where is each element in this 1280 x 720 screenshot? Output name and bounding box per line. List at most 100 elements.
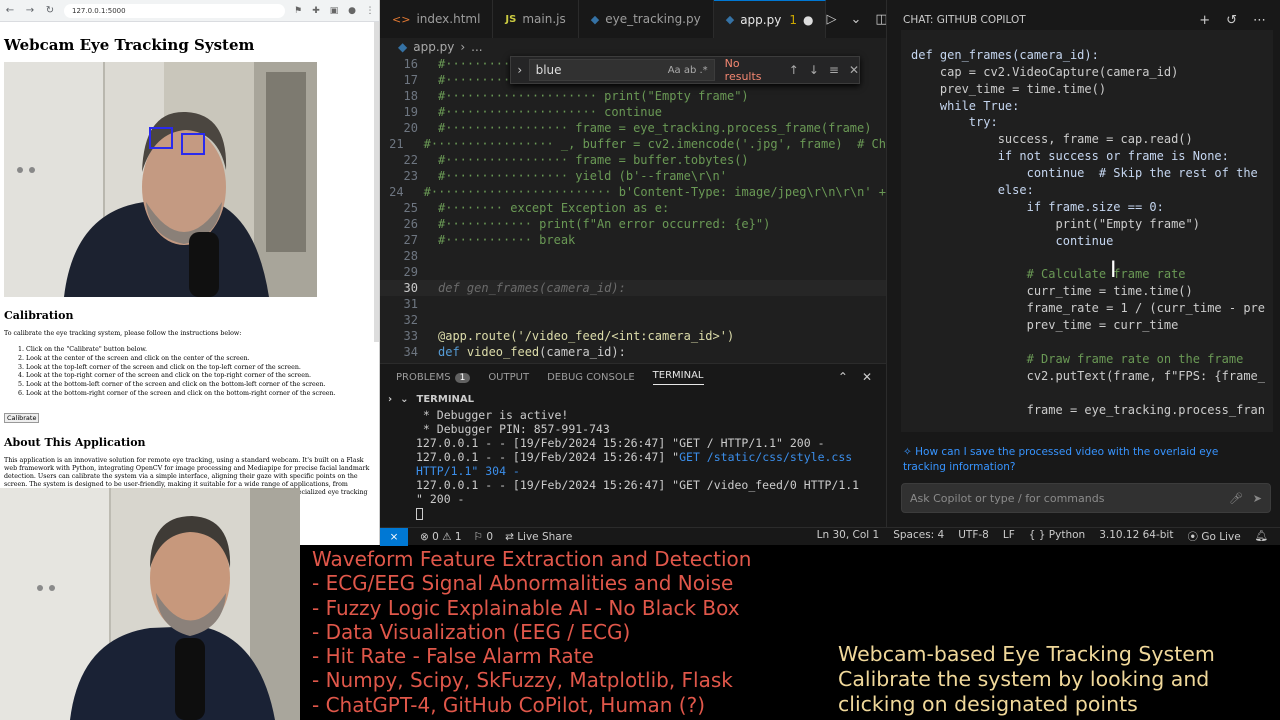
line-number: 33 xyxy=(403,329,418,343)
close-icon[interactable]: ✕ xyxy=(849,63,859,77)
code-line[interactable]: 23 #················· yield (b'--frame\r\… xyxy=(380,168,886,184)
code-text: #········ except Exception as e: xyxy=(438,201,670,215)
history-icon[interactable]: ↺ xyxy=(1226,13,1237,28)
chat-code-line: def gen_frames(camera_id): xyxy=(911,47,1099,62)
code-line[interactable]: 21 #················· _, buffer = cv2.ime… xyxy=(380,136,886,152)
maximize-panel-icon[interactable]: ⌃ xyxy=(838,370,848,384)
tab-main-js[interactable]: JS main.js xyxy=(493,0,579,38)
code-line[interactable]: 26 #············ print(f"An error occurre… xyxy=(380,216,886,232)
code-line[interactable]: 27 #············ break xyxy=(380,232,886,248)
code-line[interactable]: 32 xyxy=(380,312,886,328)
live-share-button[interactable]: ⇄ Live Share xyxy=(505,531,572,543)
new-chat-icon[interactable]: + xyxy=(1199,13,1210,28)
follow-up-suggestion[interactable]: ✧ How can I save the processed video wit… xyxy=(903,445,1263,475)
line-number: 23 xyxy=(403,169,418,183)
puzzle-icon[interactable]: ✚ xyxy=(311,6,321,16)
code-area[interactable]: 16#····································1… xyxy=(380,56,886,362)
address-bar[interactable]: 127.0.0.1:5000 xyxy=(64,3,285,18)
interpreter[interactable]: 3.10.12 64-bit xyxy=(1099,529,1173,544)
code-line[interactable]: 24 #························· b'Content-T… xyxy=(380,184,886,200)
encoding[interactable]: UTF-8 xyxy=(958,529,989,544)
reload-icon[interactable]: ↻ xyxy=(44,5,56,16)
chat-title: CHAT: GITHUB COPILOT xyxy=(903,14,1026,26)
back-icon[interactable]: ← xyxy=(4,5,16,16)
python-icon: ◆ xyxy=(398,40,408,54)
go-live-button[interactable]: ⦿ Go Live xyxy=(1187,529,1240,544)
bottom-panel: PROBLEMS 1 OUTPUT DEBUG CONSOLE TERMINAL … xyxy=(380,363,886,527)
code-text: #············ break xyxy=(438,233,576,247)
terminal-prompt[interactable] xyxy=(416,506,886,520)
sidebar-icon[interactable]: ▣ xyxy=(329,6,339,16)
chat-code-block[interactable]: def gen_frames(camera_id): cap = cv2.Vid… xyxy=(901,30,1273,432)
code-line[interactable]: 25 #········ except Exception as e: xyxy=(380,200,886,216)
page-scrollbar[interactable] xyxy=(374,22,379,342)
tab-eye-tracking-py[interactable]: ◆ eye_tracking.py xyxy=(579,0,714,38)
profile-icon[interactable]: ● xyxy=(347,6,357,16)
menu-icon[interactable]: ⋮ xyxy=(365,6,375,16)
code-editor: <> index.html JS main.js ◆ eye_tracking.… xyxy=(380,0,915,545)
send-icon[interactable]: ➤ xyxy=(1253,492,1262,505)
breadcrumb-separator: › xyxy=(460,40,466,54)
tab-terminal[interactable]: TERMINAL xyxy=(652,370,704,385)
code-line[interactable]: 31 xyxy=(380,296,886,312)
line-number: 21 xyxy=(389,137,404,151)
terminal-section-header[interactable]: › ⌄ TERMINAL xyxy=(380,390,886,408)
code-text: #····················· print("Empty fram… xyxy=(438,89,749,103)
breadcrumb-file[interactable]: app.py xyxy=(413,40,454,54)
line-ending[interactable]: LF xyxy=(1003,529,1015,544)
breadcrumb-symbol[interactable]: ... xyxy=(471,40,482,54)
unsaved-dot-icon[interactable]: ● xyxy=(803,13,813,27)
chat-code-line: continue xyxy=(911,233,1114,248)
close-panel-icon[interactable]: ✕ xyxy=(862,370,872,384)
language-mode[interactable]: { } Python xyxy=(1029,529,1085,544)
caption-line: - ChatGPT-4, GitHub CoPilot, Human (?) xyxy=(312,692,706,717)
cursor-position[interactable]: Ln 30, Col 1 xyxy=(817,529,880,544)
code-line[interactable]: 18 #····················· print("Empty fr… xyxy=(380,88,886,104)
calibration-step: Look at the top-left corner of the scree… xyxy=(26,364,375,373)
terminal-cursor xyxy=(416,507,423,520)
code-line[interactable]: 34 def video_feed(camera_id): xyxy=(380,344,886,360)
tab-debug-console[interactable]: DEBUG CONSOLE xyxy=(547,372,635,383)
indentation[interactable]: Spaces: 4 xyxy=(893,529,944,544)
code-line[interactable]: 20 #················· frame = eye_trackin… xyxy=(380,120,886,136)
find-result: No results xyxy=(724,57,762,83)
notifications-icon[interactable]: 🔔︎ xyxy=(1255,529,1268,544)
tab-problems[interactable]: PROBLEMS 1 xyxy=(396,372,471,383)
code-line[interactable]: 19 #····················· continue xyxy=(380,104,886,120)
problems-status[interactable]: ⊗ 0 ⚠ 1 xyxy=(420,531,462,543)
remote-icon[interactable]: ⨯ xyxy=(380,527,408,546)
extension-icon[interactable]: ⚑ xyxy=(293,6,303,16)
html-icon: <> xyxy=(392,12,411,26)
chat-code-line: else: xyxy=(911,183,1034,198)
web-page: Webcam Eye Tracking System Calibration T… xyxy=(0,22,379,509)
chat-input[interactable]: Ask Copilot or type / for commands 🎤︎ ➤ xyxy=(901,483,1271,513)
chat-code-line: prev_time = time.time() xyxy=(911,81,1107,96)
code-line[interactable]: 22 #················· frame = buffer.toby… xyxy=(380,152,886,168)
tab-output[interactable]: OUTPUT xyxy=(488,372,529,383)
run-icon[interactable]: ▷ xyxy=(826,12,836,27)
code-line[interactable]: 30 def gen_frames(camera_id): xyxy=(380,280,886,296)
code-text: @app.route('/video_feed/<int:camera_id>'… xyxy=(438,329,735,343)
terminal-output[interactable]: * Debugger is active! * Debugger PIN: 85… xyxy=(380,408,886,520)
previous-match-icon[interactable]: ↑ xyxy=(789,63,799,77)
tab-index-html[interactable]: <> index.html xyxy=(380,0,494,38)
caption-left: Waveform Feature Extraction and Detectio… xyxy=(312,547,751,717)
toggle-replace-icon[interactable]: › xyxy=(511,63,529,77)
code-line[interactable]: 29 xyxy=(380,264,886,280)
code-line[interactable]: 28 xyxy=(380,248,886,264)
forward-icon[interactable]: → xyxy=(24,5,36,16)
line-number: 26 xyxy=(403,217,418,231)
run-dropdown-icon[interactable]: ⌄ xyxy=(850,12,861,27)
microphone-icon[interactable]: 🎤︎ xyxy=(1229,492,1243,505)
ports-status[interactable]: ⚐ 0 xyxy=(474,531,493,543)
find-in-selection-icon[interactable]: ≡ xyxy=(829,63,839,77)
line-number: 19 xyxy=(403,105,418,119)
tab-app-py[interactable]: ◆ app.py 1 ● xyxy=(713,0,827,38)
calibrate-button[interactable]: Calibrate xyxy=(4,412,40,423)
next-match-icon[interactable]: ↓ xyxy=(809,63,819,77)
find-input[interactable]: blue Aa ab .* xyxy=(528,59,715,81)
find-options-icons[interactable]: Aa ab .* xyxy=(668,65,708,76)
code-line[interactable]: 33 @app.route('/video_feed/<int:camera_id… xyxy=(380,328,886,344)
more-actions-icon[interactable]: ⋯ xyxy=(1253,13,1266,28)
